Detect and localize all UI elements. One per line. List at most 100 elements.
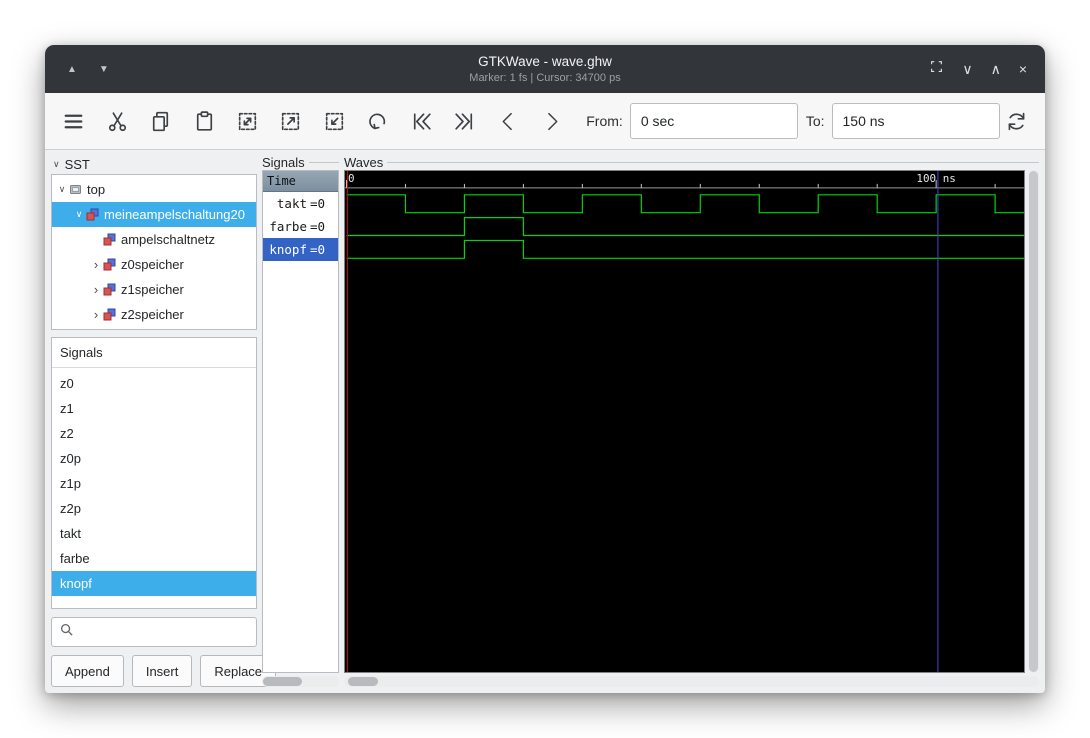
skip-end-icon <box>455 112 473 130</box>
skip-to-end-button[interactable] <box>448 104 481 138</box>
cut-button[interactable] <box>100 104 133 138</box>
wave-signal-name: takt <box>276 196 307 211</box>
insert-button[interactable]: Insert <box>131 655 193 687</box>
marker-cursor-status: Marker: 1 fs | Cursor: 34700 ps <box>469 71 621 84</box>
close-icon[interactable]: × <box>1019 62 1027 76</box>
wave-canvas[interactable]: 0 100 ns <box>344 170 1025 673</box>
tree-item-z2speicher[interactable]: › z2speicher <box>52 302 256 327</box>
wave-signal-row-farbe[interactable]: farbe =0 <box>263 215 338 238</box>
wave-signal-row-knopf[interactable]: knopf =0 <box>263 238 338 261</box>
wave-signals-panel: Signals Time takt =0 farbe =0 knopf =0 <box>262 154 339 687</box>
zoom-in-button[interactable] <box>274 104 307 138</box>
signal-item-farbe[interactable]: farbe <box>52 546 256 571</box>
paste-button[interactable] <box>187 104 220 138</box>
time-header-label: Time <box>267 174 296 188</box>
sst-header: ∨ SST <box>51 154 257 174</box>
wave-signal-name: farbe <box>269 219 307 234</box>
chevron-right-icon[interactable]: › <box>89 308 103 321</box>
scrollbar-thumb[interactable] <box>348 677 378 686</box>
titlebar-text: GTKWave - wave.ghw Marker: 1 fs | Cursor… <box>469 53 620 85</box>
menu-button[interactable] <box>57 104 90 138</box>
hamburger-icon <box>64 114 83 128</box>
waves-hscrollbar[interactable] <box>344 676 1039 687</box>
tree-item-z0speicher[interactable]: › z0speicher <box>52 252 256 277</box>
wave-signal-value: =0 <box>310 196 326 211</box>
tree-item-z1speicher[interactable]: › z1speicher <box>52 277 256 302</box>
tree-item-ampelschaltnetz[interactable]: ampelschaltnetz <box>52 227 256 252</box>
window-title: GTKWave - wave.ghw <box>478 54 612 70</box>
undo-button[interactable] <box>361 104 394 138</box>
zoom-in-icon <box>282 112 300 130</box>
copy-icon <box>152 111 169 131</box>
tree-item-label: z2speicher <box>121 307 184 322</box>
divider <box>387 162 1039 163</box>
tree-item-top[interactable]: ∨ top <box>52 177 256 202</box>
signals-panel-title: Signals <box>262 154 305 170</box>
signal-item-knopf[interactable]: knopf <box>52 571 256 596</box>
scissors-icon <box>108 111 126 131</box>
chevron-down-icon[interactable]: ∨ <box>72 209 86 220</box>
fullscreen-icon[interactable] <box>929 59 944 79</box>
from-input[interactable] <box>629 103 798 139</box>
zoom-out-button[interactable] <box>318 104 351 138</box>
wave-canvas-svg: 0 100 ns <box>345 171 1024 672</box>
tree-item-label: meineampelschaltung20 <box>104 207 245 222</box>
prev-edge-button[interactable] <box>491 104 524 138</box>
titlebar-left-controls: ▲ ▼ <box>67 64 109 75</box>
svg-text:100 ns: 100 ns <box>916 172 955 185</box>
instance-icon <box>86 208 101 221</box>
skip-to-start-button[interactable] <box>405 104 438 138</box>
signal-item-z1p[interactable]: z1p <box>52 471 256 496</box>
waves-panel-title: Waves <box>344 154 384 170</box>
tree-item-label: z1speicher <box>121 282 184 297</box>
tree-item-label: top <box>87 182 106 197</box>
pan-up-icon[interactable]: ▲ <box>67 64 77 75</box>
chevron-right-icon[interactable]: › <box>89 283 103 296</box>
titlebar[interactable]: ▲ ▼ GTKWave - wave.ghw Marker: 1 fs | Cu… <box>45 45 1045 93</box>
scrollbar-thumb[interactable] <box>1029 171 1038 672</box>
append-button[interactable]: Append <box>51 655 124 687</box>
from-label: From: <box>586 113 623 129</box>
signals-panel-header: Signals <box>262 154 339 170</box>
reload-button[interactable] <box>1000 104 1033 138</box>
search-icon <box>59 622 74 642</box>
zoom-fit-button[interactable] <box>231 104 264 138</box>
tree-item-label: ampelschaltnetz <box>121 232 215 247</box>
wave-signal-row-takt[interactable]: takt =0 <box>263 192 338 215</box>
signals-hscrollbar[interactable] <box>262 676 339 687</box>
to-input[interactable] <box>831 103 1000 139</box>
chevron-down-icon[interactable]: ∨ <box>55 184 69 195</box>
chevron-down-icon[interactable]: ∨ <box>53 159 60 170</box>
signal-item-z0[interactable]: z0 <box>52 371 256 396</box>
wave-signal-value: =0 <box>310 219 326 234</box>
signals-list: z0 z1 z2 z0p z1p z2p takt farbe knopf <box>52 368 256 608</box>
tree-item-label: z0speicher <box>121 257 184 272</box>
signal-item-takt[interactable]: takt <box>52 521 256 546</box>
signal-item-z2[interactable]: z2 <box>52 421 256 446</box>
tree-item-meineampelschaltung20[interactable]: ∨ meineampelschaltung20 <box>52 202 256 227</box>
divider <box>308 162 339 163</box>
wave-signal-value: =0 <box>310 242 326 257</box>
to-label: To: <box>805 113 825 129</box>
instance-icon <box>103 308 118 321</box>
copy-button[interactable] <box>144 104 177 138</box>
maximize-icon[interactable]: ∧ <box>991 62 1001 76</box>
instance-icon <box>103 258 118 271</box>
scrollbar-thumb[interactable] <box>263 677 302 686</box>
signal-item-z1[interactable]: z1 <box>52 396 256 421</box>
paste-icon <box>196 110 212 131</box>
next-edge-button[interactable] <box>535 104 568 138</box>
sst-tree: ∨ top ∨ meineampelschaltung20 ampelschaltnet… <box>51 174 257 330</box>
search-input[interactable] <box>79 623 249 641</box>
signal-item-z2p[interactable]: z2p <box>52 496 256 521</box>
svg-text:0: 0 <box>348 172 355 185</box>
instance-icon <box>103 283 118 296</box>
instance-icon <box>103 233 118 246</box>
chip-icon <box>69 183 84 196</box>
signal-item-z0p[interactable]: z0p <box>52 446 256 471</box>
pan-down-icon[interactable]: ▼ <box>99 64 109 75</box>
minimize-icon[interactable]: ∨ <box>962 62 972 76</box>
signals-list-header: Signals <box>52 338 256 368</box>
chevron-right-icon[interactable]: › <box>89 258 103 271</box>
waves-vscrollbar[interactable] <box>1028 170 1039 673</box>
